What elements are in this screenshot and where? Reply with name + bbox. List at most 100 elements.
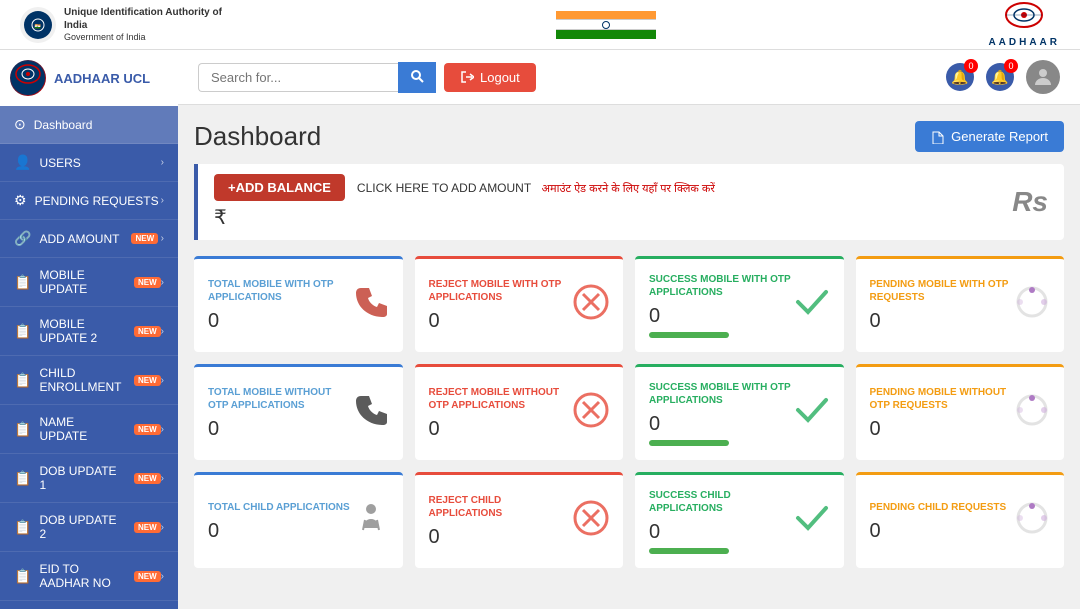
child-enrollment-badge: NEW: [134, 375, 161, 386]
notif-count-2: 0: [1004, 59, 1018, 73]
sidebar-item-dob-update-2[interactable]: 📋 DOB UPDATE 2 NEW ›: [0, 503, 178, 552]
stat-value: 0: [870, 418, 1015, 441]
phone-icon: [353, 284, 389, 327]
sidebar-item-mobile-update[interactable]: 📋 MOBILE UPDATE NEW ›: [0, 258, 178, 307]
flag-green: [556, 30, 656, 39]
stat-label: TOTAL CHILD APPLICATIONS: [208, 501, 350, 514]
stat-card-total-mobile-no-otp: TOTAL MOBILE WITHOUT OTP APPLICATIONS 0: [194, 364, 403, 460]
stats-row-3: TOTAL CHILD APPLICATIONS 0 R: [194, 472, 1064, 568]
stat-label: REJECT MOBILE WITH OTP APPLICATIONS: [429, 278, 574, 304]
stat-card-pending-mobile-otp: PENDING MOBILE WITH OTP REQUESTS 0: [856, 256, 1065, 352]
spinner-icon-3: [1014, 500, 1050, 543]
users-icon: 👤: [14, 154, 31, 171]
content-area: Dashboard Generate Report +ADD BALANCE C…: [178, 105, 1080, 609]
balance-text-area: CLICK HERE TO ADD AMOUNT अमाउंट ऐड करने …: [357, 179, 715, 197]
flag-white: [556, 19, 656, 30]
sidebar: AADHAAR UCL ⊙ Dashboard 👤 USERS › ⚙ PEND…: [0, 50, 178, 609]
sidebar-item-pending[interactable]: ⚙ PENDING REQUESTS ›: [0, 182, 178, 220]
sidebar-item-add-amount[interactable]: 🔗 ADD AMOUNT NEW ›: [0, 220, 178, 258]
mobile-update-arrow: ›: [161, 277, 164, 288]
gov-header: 🇮🇳 Unique Identification Authority of In…: [0, 0, 1080, 50]
add-balance-button[interactable]: +ADD BALANCE: [214, 174, 345, 201]
mobile-update-icon: 📋: [14, 274, 31, 291]
x-circle-icon-2: [573, 392, 609, 435]
sidebar-item-label: CHILD ENROLLMENT: [39, 366, 122, 394]
sidebar-item-label: EID TO AADHAR NO: [39, 562, 122, 590]
check-icon-2: [794, 392, 830, 435]
stat-label: PENDING CHILD REQUESTS: [870, 501, 1007, 514]
notif-count-1: 0: [964, 59, 978, 73]
search-area: Logout: [198, 62, 536, 93]
stat-label: SUCCESS CHILD APPLICATIONS: [649, 489, 794, 515]
sidebar-item-child-enrollment[interactable]: 📋 CHILD ENROLLMENT NEW ›: [0, 356, 178, 405]
sidebar-item-label: MOBILE UPDATE: [39, 268, 122, 296]
stat-value: 0: [208, 310, 353, 333]
indian-flag: [556, 11, 656, 39]
stat-card-success-child: SUCCESS CHILD APPLICATIONS 0: [635, 472, 844, 568]
spinner-icon: [1014, 284, 1050, 327]
name-update-arrow: ›: [161, 424, 164, 435]
gov-org-name: Unique Identification Authority of India…: [64, 6, 224, 44]
stat-value: 0: [649, 521, 794, 544]
dob1-arrow: ›: [161, 473, 164, 484]
sidebar-item-label: Dashboard: [34, 118, 93, 132]
brand-name: AADHAAR UCL: [54, 71, 150, 86]
sidebar-item-name-update[interactable]: 📋 NAME UPDATE NEW ›: [0, 405, 178, 454]
add-amount-icon: 🔗: [14, 230, 31, 247]
stat-card-pending-child: PENDING CHILD REQUESTS 0: [856, 472, 1065, 568]
sidebar-item-eid-to-aadhar[interactable]: 📋 EID TO AADHAR NO NEW ›: [0, 552, 178, 601]
x-circle-icon: [573, 284, 609, 327]
stat-value: 0: [649, 305, 794, 328]
app-header: Logout 🔔 0 🔔 0: [178, 50, 1080, 105]
child-enrollment-icon: 📋: [14, 372, 31, 389]
stats-row-1: TOTAL MOBILE WITH OTP APPLICATIONS 0 REJ…: [194, 256, 1064, 352]
add-amount-arrow: ›: [161, 233, 164, 244]
click-text: CLICK HERE TO ADD AMOUNT: [357, 181, 531, 195]
stat-card-total-child: TOTAL CHILD APPLICATIONS 0: [194, 472, 403, 568]
dashboard-icon: ⊙: [14, 116, 26, 133]
mobile-update-badge: NEW: [134, 277, 161, 288]
balance-banner: +ADD BALANCE CLICK HERE TO ADD AMOUNT अम…: [194, 164, 1064, 240]
sidebar-item-label: PENDING REQUESTS: [35, 194, 159, 208]
logout-label: Logout: [480, 70, 520, 85]
x-circle-icon-3: [573, 500, 609, 543]
mobile-update2-badge: NEW: [134, 326, 161, 337]
pending-icon: ⚙: [14, 192, 27, 209]
check-icon: [794, 284, 830, 327]
sidebar-item-mobile-update-2[interactable]: 📋 MOBILE UPDATE 2 NEW ›: [0, 307, 178, 356]
mobile-update2-icon: 📋: [14, 323, 31, 340]
stat-value: 0: [429, 310, 574, 333]
stat-label: SUCCESS MOBILE WITH OTP APPLICATIONS: [649, 273, 794, 299]
sidebar-item-users[interactable]: 👤 USERS ›: [0, 144, 178, 182]
header-right: 🔔 0 🔔 0: [946, 60, 1060, 94]
user-avatar[interactable]: [1026, 60, 1060, 94]
sidebar-item-dob-update-1[interactable]: 📋 DOB UPDATE 1 NEW ›: [0, 454, 178, 503]
notification-bell-1[interactable]: 🔔 0: [946, 63, 974, 91]
flag-orange: [556, 11, 656, 20]
generate-report-label: Generate Report: [951, 129, 1048, 144]
dob1-icon: 📋: [14, 470, 31, 487]
name-update-badge: NEW: [134, 424, 161, 435]
check-icon-3: [794, 500, 830, 543]
stat-card-reject-mobile-no-otp: REJECT MOBILE WITHOUT OTP APPLICATIONS 0: [415, 364, 624, 460]
search-button[interactable]: [398, 62, 436, 93]
generate-report-button[interactable]: Generate Report: [915, 121, 1064, 152]
sidebar-nav: ⊙ Dashboard 👤 USERS › ⚙ PENDING REQUESTS…: [0, 106, 178, 609]
eid-icon: 📋: [14, 568, 31, 585]
sidebar-item-label: ADD AMOUNT: [39, 232, 119, 246]
gov-emblem: 🇮🇳: [20, 7, 56, 43]
notification-bell-2[interactable]: 🔔 0: [986, 63, 1014, 91]
child-icon: [353, 500, 389, 543]
sidebar-item-label: MOBILE UPDATE 2: [39, 317, 122, 345]
svg-text:🇮🇳: 🇮🇳: [35, 23, 42, 30]
stat-label: TOTAL MOBILE WITH OTP APPLICATIONS: [208, 278, 353, 304]
dob1-badge: NEW: [134, 473, 161, 484]
sidebar-item-label: USERS: [39, 156, 80, 170]
stat-label: REJECT MOBILE WITHOUT OTP APPLICATIONS: [429, 386, 574, 412]
stat-value: 0: [208, 520, 350, 543]
search-input[interactable]: [198, 63, 398, 92]
sidebar-item-dashboard[interactable]: ⊙ Dashboard: [0, 106, 178, 144]
stat-card-success-mobile-otp: SUCCESS MOBILE WITH OTP APPLICATIONS 0: [635, 256, 844, 352]
logout-button[interactable]: Logout: [444, 63, 536, 92]
stat-value: 0: [870, 520, 1007, 543]
